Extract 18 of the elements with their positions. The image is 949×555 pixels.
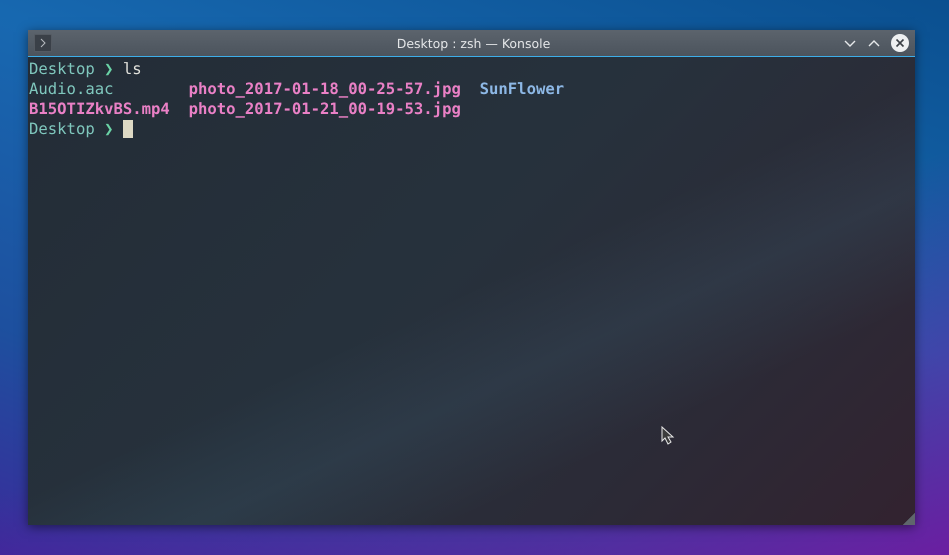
text-cursor [122,120,133,138]
terminal-area[interactable]: Desktop ❯ ls Audio.aac B15OTIZkvBS.mp4 photo_2017-01-18_00-25-57.jpg photo_2017-01-21_00-19-53.jpg SunFlower Desktop ❯ [28,57,915,525]
file-name: photo_2017-01-21_00-19-53.jpg [188,99,461,119]
file-name: Audio.aac [29,79,114,99]
mouse-pointer-icon [661,426,675,446]
prompt-arrow: ❯ [104,59,114,79]
file-name: B15OTIZkvBS.mp4 [29,99,170,119]
terminal-icon[interactable] [34,34,52,52]
command-text: ls [122,59,142,79]
maximize-icon[interactable] [867,38,881,48]
minimize-icon[interactable] [843,38,857,48]
file-name: SunFlower [480,79,564,99]
close-icon[interactable] [891,34,909,52]
window-title: Desktop : zsh — Konsole [396,36,552,50]
file-name: photo_2017-01-18_00-25-57.jpg [188,79,461,99]
prompt-arrow: ❯ [104,119,114,139]
prompt-directory: Desktop [29,119,95,139]
prompt-directory: Desktop [29,59,95,79]
